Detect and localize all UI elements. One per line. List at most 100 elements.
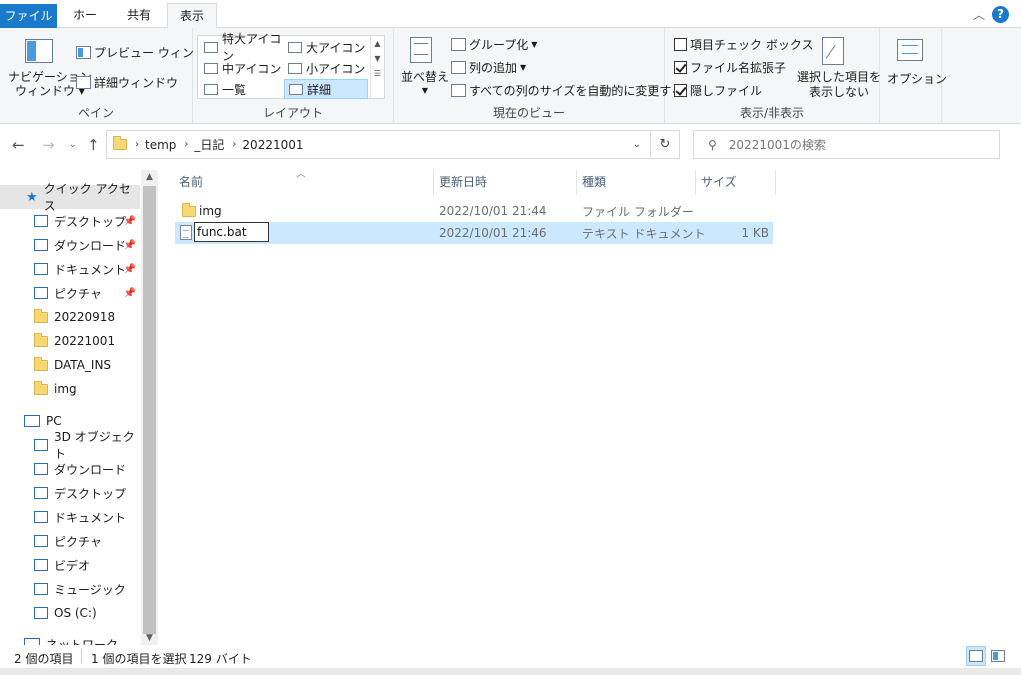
nav-pc-item[interactable]: OS (C:)	[0, 601, 140, 625]
chevron-down-icon[interactable]: ▼	[371, 54, 384, 63]
navigation-pane-scrollbar[interactable]: ▲ ▼	[141, 170, 158, 645]
column-header-date[interactable]: 更新日時	[434, 170, 577, 195]
pin-icon[interactable]: 📌	[124, 264, 136, 275]
pin-icon[interactable]: 📌	[124, 240, 136, 251]
nav-network[interactable]: ネットワーク	[0, 632, 140, 645]
tab-share[interactable]: 共有	[124, 3, 154, 28]
nav-quick-item[interactable]: デスクトップ 📌	[0, 209, 140, 233]
autosize-columns-icon	[451, 84, 466, 97]
drive-icon	[34, 607, 48, 619]
folder-icon	[34, 308, 48, 323]
nav-quick-item[interactable]: ドキュメント 📌	[0, 257, 140, 281]
group-layout-label: レイアウト	[262, 106, 323, 120]
group-pane: ナビゲーション ウィンドウ ▾ プレビュー ウィンドウ 詳細ウィンドウ ペイン	[0, 28, 218, 124]
refresh-icon[interactable]: ↻	[650, 131, 679, 158]
address-bar[interactable]: › temp › _日記 › 20221001 ⌄ ↻	[106, 130, 680, 159]
details-pane-icon	[76, 76, 91, 89]
rename-input[interactable]	[194, 222, 269, 242]
breadcrumb-temp[interactable]: temp	[145, 138, 176, 152]
nav-quick-item[interactable]: ピクチャ 📌	[0, 281, 140, 305]
documents-icon	[34, 511, 48, 523]
autosize-columns-button[interactable]: すべての列のサイズを自動的に変更する	[451, 82, 683, 99]
details-view-button[interactable]	[966, 646, 986, 666]
nav-quick-item[interactable]: DATA_INS	[0, 353, 140, 377]
nav-pc-item[interactable]: ピクチャ	[0, 529, 140, 553]
nav-quick-item[interactable]: img	[0, 377, 140, 401]
recent-locations-icon[interactable]: ⌄	[69, 140, 77, 150]
nav-pc-item[interactable]: ダウンロード	[0, 457, 140, 481]
breadcrumb-separator-icon[interactable]: ›	[232, 139, 236, 150]
nav-pc-item[interactable]: デスクトップ	[0, 481, 140, 505]
group-options: オプション	[880, 28, 947, 124]
breadcrumb-20221001[interactable]: 20221001	[242, 138, 303, 152]
pin-icon[interactable]: 📌	[124, 288, 136, 299]
more-icon[interactable]: ☰	[371, 69, 384, 78]
music-icon	[34, 583, 48, 595]
folder-icon	[34, 332, 48, 347]
nav-pc-item[interactable]: ビデオ	[0, 553, 140, 577]
nav-quick-item-label: デスクトップ	[54, 214, 127, 229]
column-header-type[interactable]: 種類	[577, 170, 696, 195]
group-current-view-label: 現在のビュー	[492, 106, 565, 120]
tab-view[interactable]: 表示	[167, 3, 217, 29]
hidden-files-checkbox[interactable]	[674, 84, 687, 97]
ribbon-collapse-icon[interactable]: ︿	[973, 6, 985, 23]
nav-quick-item[interactable]: 20221001	[0, 329, 140, 353]
sort-ascending-icon: ︿	[296, 169, 306, 180]
layout-large-icons[interactable]: 大アイコン	[284, 37, 368, 57]
nav-quick-item[interactable]: 20220918	[0, 305, 140, 329]
nav-quick-access[interactable]: ★ クイック アクセス	[0, 182, 140, 213]
group-by-button[interactable]: グループ化 ▼	[451, 36, 537, 53]
file-type: ファイル フォルダー	[582, 204, 694, 219]
pictures-icon	[34, 287, 48, 299]
item-checkbox-toggle[interactable]: 項目チェック ボックス	[674, 36, 813, 53]
file-extension-checkbox[interactable]	[674, 61, 687, 74]
status-divider	[81, 649, 82, 663]
forward-arrow-icon[interactable]: →	[42, 136, 55, 154]
up-arrow-icon[interactable]: ↑	[87, 136, 100, 154]
breadcrumb-separator-icon[interactable]: ›	[135, 139, 139, 150]
column-header-name[interactable]: 名前 ︿	[174, 169, 434, 195]
nav-pc-item[interactable]: ミュージック	[0, 577, 140, 601]
tab-home[interactable]: ホーム	[70, 3, 100, 47]
file-row-img[interactable]: img 2022/10/01 21:44 ファイル フォルダー	[175, 200, 773, 222]
sort-button[interactable]: 並べ替え ▼	[401, 70, 449, 98]
tab-file[interactable]: ファイル	[0, 4, 57, 28]
large-icons-view-button[interactable]	[988, 646, 1008, 666]
scroll-up-icon[interactable]: ▲	[141, 172, 158, 182]
nav-pc-item[interactable]: ドキュメント	[0, 505, 140, 529]
scroll-thumb[interactable]	[143, 186, 156, 634]
group-show-hide-label: 表示/非表示	[739, 106, 805, 120]
search-box[interactable]: ⚲ 20221001の検索	[693, 130, 1000, 159]
scroll-down-icon[interactable]: ▼	[141, 633, 158, 643]
folder-icon	[182, 203, 196, 217]
back-arrow-icon[interactable]: ←	[12, 136, 25, 154]
layout-small-icons[interactable]: 小アイコン	[284, 58, 368, 78]
3d-objects-icon	[34, 439, 48, 451]
chevron-up-icon[interactable]: ▲	[371, 39, 384, 48]
help-icon[interactable]: ?	[992, 6, 1009, 23]
layout-list[interactable]: 一覧	[200, 79, 284, 99]
group-current-view: 並べ替え ▼ グループ化 ▼ 列の追加 ▼ すべての列のサイズを自動的に変更する…	[394, 28, 683, 124]
nav-pc-item[interactable]: 3D オブジェクト	[0, 430, 140, 461]
column-header-size[interactable]: サイズ	[696, 170, 776, 195]
layout-item-label: 大アイコン	[306, 40, 366, 55]
hidden-files-toggle[interactable]: 隠しファイル	[674, 82, 762, 99]
details-pane-button[interactable]: 詳細ウィンドウ	[76, 74, 178, 91]
breadcrumb-separator-icon[interactable]: ›	[184, 139, 188, 150]
options-button[interactable]: オプション	[887, 70, 947, 87]
hide-selected-button[interactable]: 選択した項目を 表示しない	[797, 70, 881, 100]
item-checkbox[interactable]	[674, 38, 687, 51]
layout-extra-large-icons[interactable]: 特大アイコン	[200, 32, 284, 63]
pin-icon[interactable]: 📌	[124, 216, 136, 227]
add-column-button[interactable]: 列の追加 ▼	[451, 59, 526, 76]
layout-gallery-scroll[interactable]: ▲ ▼ ☰	[370, 36, 384, 98]
breadcrumb-diary[interactable]: _日記	[194, 136, 224, 153]
details-pane-label: 詳細ウィンドウ	[94, 76, 179, 90]
layout-details[interactable]: 詳細	[284, 79, 368, 99]
nav-quick-item[interactable]: ダウンロード 📌	[0, 233, 140, 257]
file-date: 2022/10/01 21:46	[439, 226, 547, 240]
address-dropdown-icon[interactable]: ⌄	[633, 139, 641, 150]
layout-medium-icons[interactable]: 中アイコン	[200, 58, 284, 78]
file-extension-toggle[interactable]: ファイル名拡張子	[674, 59, 786, 76]
